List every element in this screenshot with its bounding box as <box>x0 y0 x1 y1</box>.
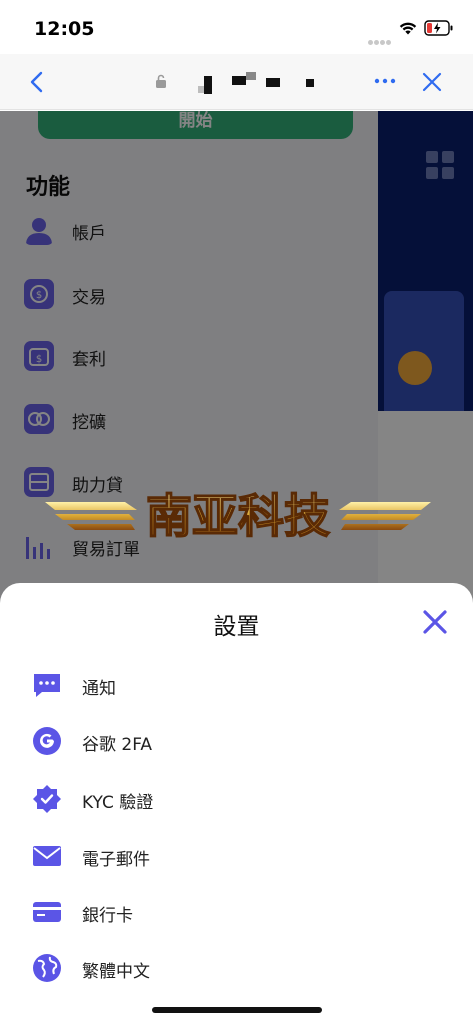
settings-item-label: 繁體中文 <box>82 962 150 982</box>
wifi-icon <box>399 22 417 35</box>
google-icon <box>33 727 61 755</box>
settings-item-language[interactable]: 繁體中文 <box>32 951 432 985</box>
ellipsis-icon[interactable] <box>373 73 397 89</box>
credit-card-icon <box>33 902 61 922</box>
settings-item-label: 谷歌 2FA <box>82 735 153 755</box>
settings-item-email[interactable]: 電子郵件 <box>32 839 432 873</box>
settings-item-label: 通知 <box>82 679 116 699</box>
settings-item-bank-card[interactable]: 銀行卡 <box>32 895 432 929</box>
globe-icon <box>33 954 61 982</box>
home-indicator <box>152 1007 322 1013</box>
close-icon[interactable] <box>420 607 450 637</box>
settings-item-label: KYC 驗證 <box>82 793 154 813</box>
settings-sheet: 設置 通知 谷歌 2FA KYC 驗證 電子郵件 銀行卡 繁體中文 <box>0 583 473 1024</box>
verified-badge-icon <box>33 785 61 813</box>
close-icon[interactable] <box>420 70 444 94</box>
chat-bubble-icon <box>34 674 60 697</box>
sheet-title: 設置 <box>213 614 260 640</box>
battery-icon <box>424 20 453 36</box>
watermark-logo: 南亚科技 <box>45 488 431 544</box>
watermark-text: 南亚科技 <box>146 489 330 543</box>
settings-item-google-2fa[interactable]: 谷歌 2FA <box>32 724 432 758</box>
settings-item-notifications[interactable]: 通知 <box>32 668 432 702</box>
status-bar: 12:05 <box>0 0 473 54</box>
signal-icon <box>368 30 394 45</box>
status-time: 12:05 <box>34 18 95 40</box>
url-bar-redacted[interactable] <box>198 72 328 94</box>
settings-item-kyc[interactable]: KYC 驗證 <box>32 782 432 816</box>
lock-icon <box>156 74 166 88</box>
settings-item-label: 電子郵件 <box>82 850 150 870</box>
envelope-icon <box>33 846 61 866</box>
browser-nav-bar <box>0 54 473 110</box>
settings-item-label: 銀行卡 <box>82 906 133 926</box>
chevron-left-icon[interactable] <box>26 70 48 94</box>
